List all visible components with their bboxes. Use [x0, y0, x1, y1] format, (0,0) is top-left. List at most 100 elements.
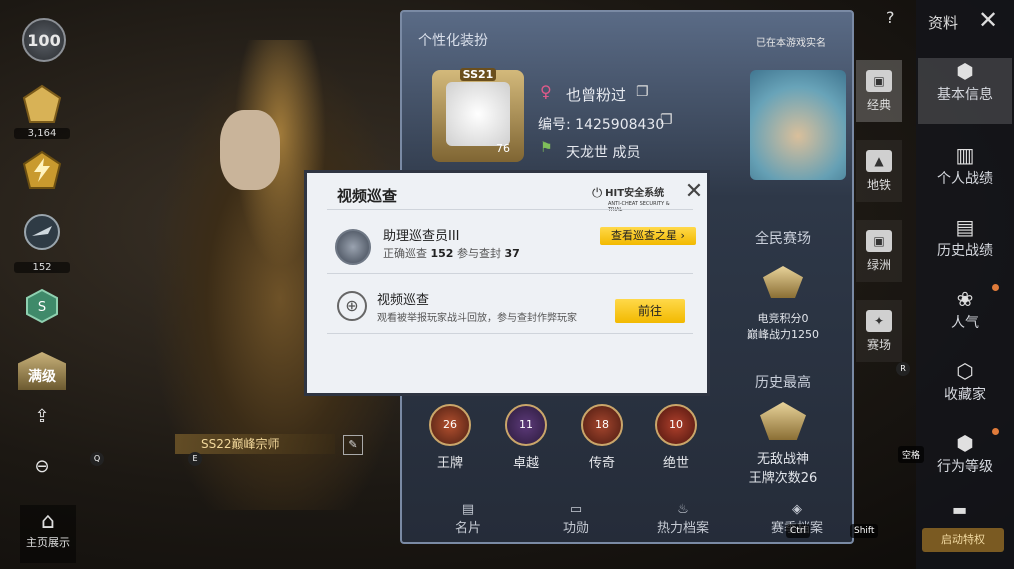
clan-membership[interactable]: 天龙世 成员 [566, 142, 640, 162]
go-button[interactable]: 前往 [615, 299, 685, 323]
tier-legend-icon: 18 [581, 404, 623, 446]
key-hint-ctrl: Ctrl [786, 524, 811, 538]
frame-season-badge: SS21 [460, 68, 496, 81]
tab-heat-archive[interactable]: ♨ 热力档案 [648, 502, 718, 536]
tab-classic-label: 经典 [866, 98, 891, 112]
hit-security-brand: ⏻ HIT安全系统 ANTI-CHEAT SECURITY & TRIAL [592, 184, 678, 213]
rank-emblem-icon[interactable] [20, 82, 64, 126]
share-icon[interactable]: ⇪ [28, 402, 56, 430]
tab-behavior-level-label: 行为等级 [937, 459, 993, 475]
tab-collector[interactable]: ⬡ 收藏家 [918, 358, 1012, 404]
season-icon: ◈ [792, 502, 802, 517]
tier-peerless[interactable]: 10 绝世 [646, 404, 706, 471]
tier-legend[interactable]: 18 传奇 [572, 404, 632, 471]
tab-popularity[interactable]: ❀ 人气 [918, 286, 1012, 332]
tab-merit-label: 功勋 [562, 521, 589, 536]
key-hint-q: Q [90, 452, 104, 466]
correct-label: 正确巡查 [383, 247, 427, 260]
help-icon[interactable]: ? [886, 8, 895, 27]
home-display-label: 主页展示 [26, 536, 70, 549]
close-icon[interactable]: ✕ [978, 6, 998, 34]
tier-excellent[interactable]: 11 卓越 [496, 404, 556, 471]
name-card-icon: ▤ [461, 502, 475, 517]
view-patrol-star-button[interactable]: 查看巡查之星 › [600, 227, 696, 245]
tier-ace[interactable]: 26 王牌 [420, 404, 480, 471]
bar-chart-icon: ▥ [955, 143, 975, 167]
brand-name: HIT安全系统 [605, 188, 665, 199]
tab-oasis[interactable]: ▣ 绿洲 [856, 220, 902, 282]
key-hint-shift: Shift [850, 524, 879, 538]
video-patrol-dialog: 视频巡查 ⏻ HIT安全系统 ANTI-CHEAT SECURITY & TRI… [304, 170, 710, 396]
tab-oasis-label: 绿洲 [866, 258, 891, 272]
tab-metro[interactable]: ▲ 地铁 [856, 140, 902, 202]
rank-score: 3,164 [14, 128, 70, 139]
copy-name-icon[interactable]: ❐ [636, 84, 649, 100]
history-title: 历史最高 [755, 375, 811, 391]
tier-ace-icon: 26 [429, 404, 471, 446]
tier-excellent-icon: 11 [505, 404, 547, 446]
tab-name-card-label: 名片 [454, 521, 481, 536]
ban-label: 参与查封 [456, 247, 501, 260]
tier-peerless-icon: 10 [655, 404, 697, 446]
patrol-rank-icon [335, 229, 371, 265]
tab-classic[interactable]: ▣ 经典 [856, 60, 902, 122]
document-icon: ▤ [955, 215, 975, 239]
edit-icon[interactable]: ✎ [343, 435, 363, 455]
patrol-rank-title: 助理巡查员III [383, 229, 460, 244]
tab-arena[interactable]: ✦ 赛场 [856, 300, 902, 362]
character-title-banner: SS22巅峰宗师 [175, 434, 335, 454]
mode-stats: 全民赛场 电竞积分0 巅峰战力1250 [728, 228, 838, 358]
copy-uid-icon[interactable]: ❐ [660, 112, 673, 128]
tab-basic-info-label: 基本信息 [937, 87, 993, 103]
history-emblem-icon [760, 402, 806, 440]
tab-history-record-label: 历史战绩 [937, 243, 993, 259]
key-hint-e: E [188, 452, 202, 466]
tab-history-record[interactable]: ▤ 历史战绩 [918, 214, 1012, 260]
crosshair-icon: ⊕ [337, 291, 367, 321]
home-icon: ⌂ [41, 509, 55, 534]
launch-privilege-button[interactable]: 启动特权 [922, 528, 1004, 552]
profile-card-icon: ▣ [866, 230, 892, 252]
zoom-out-icon[interactable]: ⊖ [28, 452, 56, 480]
tab-arena-label: 赛场 [866, 338, 891, 352]
home-display-button[interactable]: ⌂ 主页展示 [20, 505, 76, 563]
shield-s-icon[interactable]: S [20, 284, 64, 328]
level-badge[interactable]: 100 [22, 18, 66, 62]
correct-count: 152 [430, 247, 454, 260]
verified-note: 已在本游戏实名 [756, 38, 826, 49]
tab-merit[interactable]: ▭ 功勋 [548, 502, 604, 536]
divider [327, 209, 693, 210]
esports-score: 电竞积分0 [757, 312, 809, 325]
customize-title[interactable]: 个性化装扮 [418, 30, 488, 50]
plane-score: 152 [14, 262, 70, 273]
hit-shield-icon: ⏻ [592, 186, 603, 201]
tab-name-card[interactable]: ▤ 名片 [440, 502, 496, 536]
key-hint-r: R [896, 362, 910, 376]
menu-icon[interactable]: ▬ [952, 500, 967, 519]
dialog-title: 视频巡查 [337, 187, 398, 205]
lightning-emblem-icon[interactable] [20, 148, 64, 192]
tab-personal-record-label: 个人战绩 [937, 171, 993, 187]
tab-metro-label: 地铁 [866, 178, 891, 192]
history-ace-count: 王牌次数26 [748, 471, 818, 486]
tier-excellent-label: 卓越 [512, 456, 539, 471]
max-level-badge[interactable]: 满级 [18, 352, 66, 390]
close-icon[interactable]: ✕ [683, 181, 705, 203]
player-nickname: 也曾粉过 [566, 86, 627, 104]
divider [327, 273, 693, 274]
tab-personal-record[interactable]: ▥ 个人战绩 [918, 142, 1012, 188]
mode-emblem-icon [763, 266, 803, 298]
tab-behavior-level[interactable]: ⬢ 行为等级 [918, 430, 1012, 476]
clan-icon: ⚑ [540, 140, 553, 156]
female-icon: ♀ [540, 82, 552, 101]
avatar[interactable] [446, 82, 510, 146]
profile-scenery-image [750, 70, 846, 180]
mountain-icon: ▲ [866, 150, 892, 172]
video-patrol-title: 视频巡查 [377, 293, 430, 308]
collector-badge-icon: ⬡ [956, 359, 974, 383]
flame-icon: ♨ [677, 502, 689, 517]
tab-basic-info[interactable]: ⬢ 基本信息 [918, 58, 1012, 124]
character-face [220, 110, 280, 190]
plane-emblem-icon[interactable] [20, 210, 64, 254]
frame-level: 76 [496, 142, 510, 155]
